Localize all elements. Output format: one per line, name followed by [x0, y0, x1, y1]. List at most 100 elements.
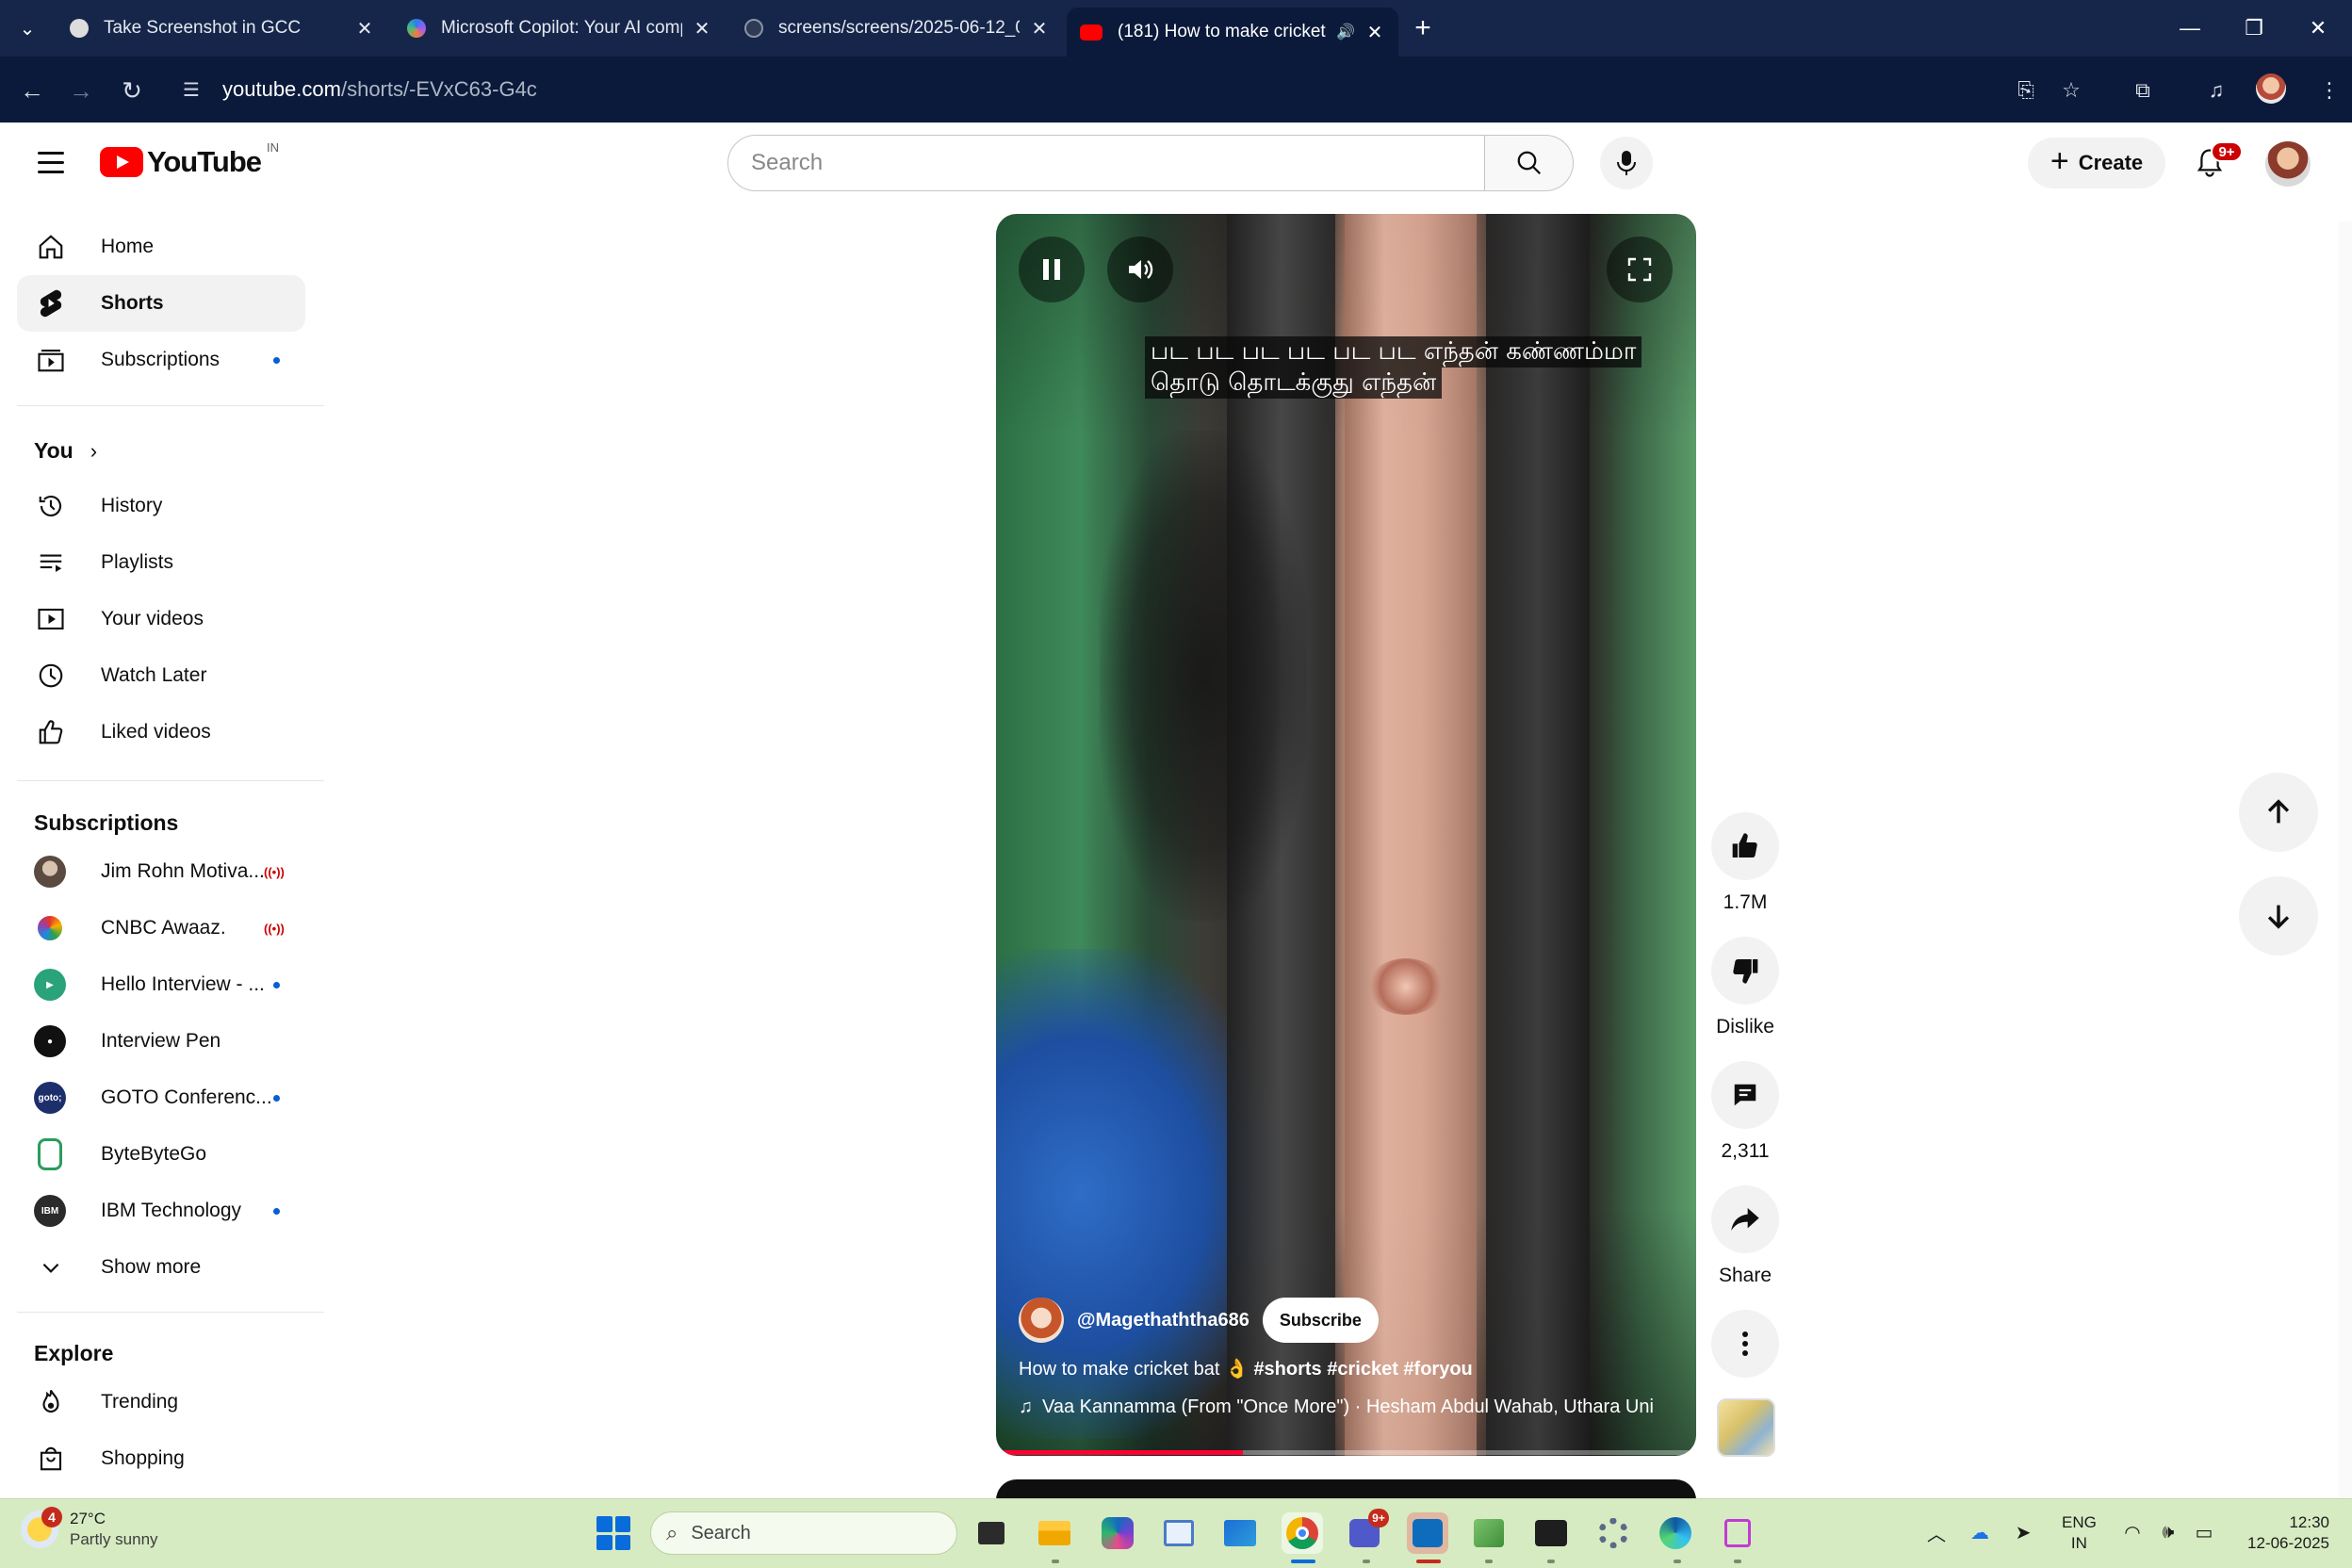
create-button[interactable]: + Create — [2028, 138, 2165, 188]
voice-search-button[interactable] — [1600, 137, 1653, 189]
browser-menu-icon[interactable]: ⋮ — [2309, 70, 2350, 111]
shorts-video-player[interactable]: பட பட பட பட பட பட எந்தன் கண்ணம்மா தொடு த… — [996, 214, 1696, 1456]
account-avatar[interactable] — [2265, 141, 2311, 187]
search-icon — [1517, 151, 1541, 175]
subscription-item[interactable]: IBM IBM Technology — [17, 1183, 305, 1239]
forward-icon[interactable]: → — [60, 70, 102, 111]
file-explorer-icon[interactable] — [1034, 1512, 1075, 1554]
subscription-item[interactable]: goto; GOTO Conferenc... — [17, 1070, 305, 1126]
sidebar-item-your-videos[interactable]: Your videos — [17, 591, 305, 647]
previous-short-button[interactable] — [2239, 773, 2318, 852]
url-field[interactable]: ☰ youtube.com/shorts/-EVxC63-G4c — [170, 65, 2139, 114]
microsoft-365-icon[interactable] — [1097, 1512, 1138, 1554]
subscription-item[interactable]: ▶ Hello Interview - ... — [17, 956, 305, 1013]
new-tab-button[interactable]: + — [1406, 11, 1440, 45]
sound-thumbnail[interactable] — [1717, 1398, 1775, 1457]
snipping-tool-icon[interactable] — [1717, 1512, 1758, 1554]
subscription-item[interactable]: Jim Rohn Motiva... ((•)) — [17, 843, 305, 900]
volume-button[interactable] — [1107, 237, 1173, 302]
sidebar-item-liked-videos[interactable]: Liked videos — [17, 704, 305, 760]
input-language[interactable]: ENG IN — [2062, 1512, 2097, 1554]
chrome-icon[interactable] — [1282, 1512, 1323, 1554]
video-title[interactable]: How to make cricket bat 👌 #shorts #crick… — [1019, 1357, 1473, 1380]
system-clock[interactable]: 12:30 12-06-2025 — [2233, 1512, 2329, 1554]
weather-badge: 4 — [41, 1507, 62, 1527]
start-button[interactable] — [596, 1516, 630, 1550]
close-tab-icon[interactable]: ✕ — [1364, 21, 1385, 44]
page-scrollbar[interactable] — [2339, 221, 2352, 1498]
sidebar-divider — [17, 1312, 324, 1313]
guide-menu-icon[interactable] — [30, 141, 72, 183]
music-link[interactable]: ♫ Vaa Kannamma (From "Once More") · Hesh… — [1019, 1396, 1678, 1418]
reload-icon[interactable]: ↻ — [111, 70, 153, 111]
channel-avatar[interactable] — [1019, 1298, 1064, 1343]
close-tab-icon[interactable]: ✕ — [354, 17, 375, 41]
speaker-icon[interactable]: 🕪 — [2152, 1516, 2184, 1548]
more-options-button[interactable] — [1711, 1310, 1779, 1378]
site-info-icon[interactable]: ☰ — [183, 78, 211, 102]
sidebar-item-trending[interactable]: Trending — [17, 1374, 305, 1430]
close-tab-icon[interactable]: ✕ — [692, 17, 712, 41]
wifi-icon[interactable]: ◠ — [2116, 1516, 2148, 1548]
weather-widget[interactable]: 4 27°C Partly sunny — [21, 1507, 158, 1550]
search-button[interactable] — [1485, 135, 1574, 191]
pause-button[interactable] — [1019, 237, 1085, 302]
tab-search-dropdown-icon[interactable]: ⌄ — [9, 11, 45, 45]
install-app-icon[interactable]: ⎘ — [2005, 70, 2047, 111]
subscription-item[interactable]: ByteByteGo — [17, 1126, 305, 1183]
like-button[interactable] — [1711, 812, 1779, 880]
next-short-button[interactable] — [2239, 876, 2318, 956]
edge-icon[interactable] — [1655, 1512, 1696, 1554]
taskbar-search[interactable]: ⌕ Search — [650, 1511, 957, 1555]
sidebar-item-subscriptions[interactable]: Subscriptions — [17, 332, 305, 388]
extensions-icon[interactable]: ⧉ — [2122, 70, 2164, 111]
fullscreen-button[interactable] — [1607, 237, 1673, 302]
you-section-heading[interactable]: You › — [34, 438, 97, 464]
sidebar-item-shorts[interactable]: Shorts — [17, 275, 305, 332]
video-progress-bar[interactable] — [1004, 1450, 1689, 1455]
app-window-icon[interactable] — [1158, 1512, 1200, 1554]
task-view-icon[interactable] — [971, 1512, 1012, 1554]
search-input[interactable]: Search — [727, 135, 1485, 191]
close-tab-icon[interactable]: ✕ — [1029, 17, 1050, 41]
sidebar-item-home[interactable]: Home — [17, 219, 305, 275]
subscription-item[interactable]: ● Interview Pen — [17, 1013, 305, 1070]
show-more-button[interactable]: Show more — [17, 1239, 305, 1296]
comments-button[interactable] — [1711, 1061, 1779, 1129]
sidebar-item-shopping[interactable]: Shopping — [17, 1430, 305, 1487]
browser-profile-avatar[interactable] — [2256, 74, 2286, 104]
whiteboard-icon[interactable] — [1219, 1512, 1261, 1554]
subscribe-button[interactable]: Subscribe — [1262, 1298, 1379, 1343]
bookmark-star-icon[interactable]: ☆ — [2050, 70, 2092, 111]
browser-tab-copilot[interactable]: Microsoft Copilot: Your AI comp ✕ — [394, 8, 726, 49]
battery-icon[interactable]: ▭ — [2188, 1516, 2220, 1548]
sidebar-item-watch-later[interactable]: Watch Later — [17, 647, 305, 704]
outlook-icon[interactable] — [1407, 1512, 1448, 1554]
minimize-button[interactable]: — — [2162, 9, 2218, 47]
youtube-logo[interactable]: YouTube IN — [100, 140, 279, 179]
restore-button[interactable]: ❐ — [2226, 9, 2282, 47]
hashtags[interactable]: #shorts #cricket #foryou — [1253, 1359, 1472, 1380]
onedrive-icon[interactable]: ☁ — [1964, 1516, 1996, 1548]
volume-icon — [1129, 260, 1153, 279]
share-button[interactable] — [1711, 1185, 1779, 1253]
speaker-icon[interactable]: 🔊 — [1336, 23, 1355, 41]
dislike-button[interactable] — [1711, 937, 1779, 1004]
chevron-up-icon[interactable]: ︿ — [1920, 1516, 1952, 1548]
channel-name[interactable]: @Magethaththa686 — [1077, 1310, 1250, 1331]
browser-tab-github-screens[interactable]: screens/screens/2025-06-12_09 ✕ — [731, 8, 1063, 49]
subscription-item[interactable]: CNBC Awaaz. ((•)) — [17, 900, 305, 956]
terminal-icon[interactable] — [1530, 1512, 1572, 1554]
back-icon[interactable]: ← — [11, 70, 53, 111]
image-viewer-icon[interactable] — [1468, 1512, 1510, 1554]
shopping-bag-icon — [36, 1444, 66, 1474]
youtube-header: YouTube IN Search + Create 9+ — [0, 122, 2352, 203]
settings-gear-icon[interactable] — [1592, 1512, 1634, 1554]
location-arrow-icon[interactable]: ➤ — [2007, 1516, 2039, 1548]
media-control-icon[interactable]: ♫ — [2196, 70, 2237, 111]
browser-tab-youtube-active[interactable]: (181) How to make cricket b 🔊 ✕ — [1067, 8, 1398, 57]
sidebar-item-history[interactable]: History — [17, 478, 305, 534]
browser-tab-github-screenshot[interactable]: Take Screenshot in GCC ✕ — [57, 8, 388, 49]
sidebar-item-playlists[interactable]: Playlists — [17, 534, 305, 591]
close-window-button[interactable]: ✕ — [2290, 9, 2346, 47]
